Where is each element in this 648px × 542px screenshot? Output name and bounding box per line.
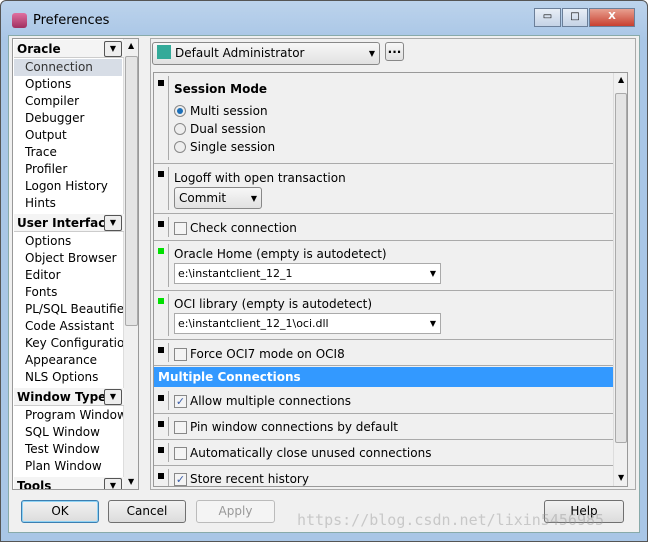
radio-label: Multi session [190, 104, 268, 118]
checkbox-label: Automatically close unused connections [190, 446, 432, 460]
radio-single-session[interactable] [174, 141, 186, 153]
profile-value: Default Administrator [175, 46, 305, 60]
check-connection-checkbox[interactable] [174, 222, 187, 235]
session-mode-row: Session Mode Multi session Dual session … [154, 73, 613, 164]
profile-more-button[interactable]: ... [385, 42, 404, 61]
close-button[interactable]: X [589, 8, 635, 27]
session-mode-title: Session Mode [174, 82, 268, 96]
pin-window-checkbox[interactable] [174, 421, 187, 434]
sidebar-item-debugger[interactable]: Debugger [25, 110, 84, 127]
group-label: Window Types [17, 390, 114, 404]
chevron-down-icon[interactable]: ▼ [104, 215, 122, 231]
logoff-value: Commit [179, 191, 227, 205]
radio-label: Single session [190, 140, 276, 154]
logoff-select[interactable]: Commit ▼ [174, 187, 262, 209]
sidebar-group-tools[interactable]: Tools ▼ [14, 477, 124, 490]
radio-multi-session[interactable] [174, 105, 186, 117]
force-oci7-row: Force OCI7 mode on OCI8 [154, 340, 613, 366]
checkbox-label: Force OCI7 mode on OCI8 [190, 347, 345, 361]
checkbox-label: Store recent history [190, 472, 309, 486]
force-oci7-checkbox[interactable] [174, 348, 187, 361]
oracle-home-row: Oracle Home (empty is autodetect) e:\ins… [154, 241, 613, 291]
sidebar-item-fonts[interactable]: Fonts [25, 284, 57, 301]
sidebar-item-hints[interactable]: Hints [25, 195, 56, 212]
checkbox-label: Check connection [190, 221, 297, 235]
oracle-home-label: Oracle Home (empty is autodetect) [174, 247, 387, 261]
chevron-down-icon: ▼ [368, 49, 375, 58]
multiple-connections-header: Multiple Connections [154, 367, 613, 387]
ok-button[interactable]: OK [21, 500, 99, 523]
app-icon [12, 13, 27, 28]
sidebar-item-output[interactable]: Output [25, 127, 67, 144]
watermark: https://blog.csdn.net/lixin5456985 [297, 511, 605, 529]
group-label: Tools [17, 479, 52, 490]
logoff-label: Logoff with open transaction [174, 171, 346, 185]
check-connection-row: Check connection [154, 214, 613, 241]
chevron-down-icon[interactable]: ▼ [104, 41, 122, 57]
sidebar-item-options[interactable]: Options [25, 76, 71, 93]
oci-library-label: OCI library (empty is autodetect) [174, 297, 373, 311]
sidebar-item-pl-sql-beautifier[interactable]: PL/SQL Beautifier [25, 301, 129, 318]
sidebar-item-profiler[interactable]: Profiler [25, 161, 67, 178]
apply-button[interactable]: Apply [196, 500, 275, 523]
profile-select[interactable]: Default Administrator ▼ [152, 42, 380, 65]
scroll-up-icon[interactable]: ▲ [128, 41, 134, 50]
sidebar-group-window-types[interactable]: Window Types ▼ [14, 388, 124, 406]
oci-library-input[interactable]: e:\instantclient_12_1\oci.dll ▼ [174, 313, 441, 334]
sidebar-item-options[interactable]: Options [25, 233, 71, 250]
chevron-down-icon: ▼ [250, 194, 257, 203]
window-title: Preferences [33, 13, 110, 28]
scroll-thumb[interactable] [125, 56, 138, 326]
store-history-checkbox[interactable]: ✓ [174, 473, 187, 486]
group-label: Oracle [17, 42, 61, 56]
scroll-up-icon[interactable]: ▲ [618, 75, 624, 84]
settings-scrollbar[interactable]: ▲ ▼ [613, 73, 627, 486]
sidebar-item-logon-history[interactable]: Logon History [25, 178, 108, 195]
sidebar-item-test-window[interactable]: Test Window [25, 441, 100, 458]
checkbox-label: Allow multiple connections [190, 394, 352, 408]
sidebar-item-nls-options[interactable]: NLS Options [25, 369, 98, 386]
marker [158, 80, 164, 86]
cancel-button[interactable]: Cancel [108, 500, 186, 523]
chevron-down-icon[interactable]: ▼ [104, 389, 122, 405]
auto-close-checkbox[interactable] [174, 447, 187, 460]
chevron-down-icon[interactable]: ▼ [430, 264, 436, 283]
sidebar-item-compiler[interactable]: Compiler [25, 93, 79, 110]
maximize-button[interactable]: □ [562, 8, 588, 27]
sidebar-item-key-configuration[interactable]: Key Configuration [25, 335, 132, 352]
sidebar-item-appearance[interactable]: Appearance [25, 352, 97, 369]
sidebar-item-connection[interactable]: Connection [14, 59, 122, 76]
sidebar-group-oracle[interactable]: Oracle ▼ [14, 40, 124, 58]
radio-label: Dual session [190, 122, 266, 136]
auto-close-row: Automatically close unused connections [154, 440, 613, 466]
scroll-down-icon[interactable]: ▼ [618, 473, 624, 482]
chevron-down-icon[interactable]: ▼ [430, 314, 436, 333]
allow-multiple-row: ✓ Allow multiple connections [154, 388, 613, 414]
sidebar-item-editor[interactable]: Editor [25, 267, 61, 284]
admin-icon [157, 45, 171, 59]
sidebar-item-object-browser[interactable]: Object Browser [25, 250, 117, 267]
sidebar-item-sql-window[interactable]: SQL Window [25, 424, 100, 441]
checkbox-label: Pin window connections by default [190, 420, 399, 434]
logoff-row: Logoff with open transaction Commit ▼ [154, 164, 613, 214]
sidebar-item-trace[interactable]: Trace [25, 144, 57, 161]
pin-window-row: Pin window connections by default [154, 414, 613, 440]
scroll-thumb[interactable] [615, 93, 627, 443]
category-list: Plan Window Test Window SQL Window Program … [12, 38, 139, 490]
minimize-button[interactable]: ▭ [534, 8, 561, 27]
sidebar-item-program-window[interactable]: Program Window [25, 407, 127, 424]
group-label: User Interface [17, 216, 114, 230]
sidebar-item-code-assistant[interactable]: Code Assistant [25, 318, 114, 335]
allow-multiple-checkbox[interactable]: ✓ [174, 395, 187, 408]
sidebar-scrollbar[interactable]: ▲ ▼ [123, 39, 138, 489]
settings-content: Session Mode Multi session Dual session … [153, 72, 628, 487]
oci-library-row: OCI library (empty is autodetect) e:\ins… [154, 291, 613, 340]
scroll-down-icon[interactable]: ▼ [128, 477, 134, 486]
radio-dual-session[interactable] [174, 123, 186, 135]
store-history-row: ✓ Store recent history [154, 466, 613, 486]
oracle-home-input[interactable]: e:\instantclient_12_1 ▼ [174, 263, 441, 284]
sidebar-item-plan-window[interactable]: Plan Window [25, 458, 102, 475]
sidebar-group-user-interface[interactable]: User Interface ▼ [14, 214, 124, 232]
chevron-down-icon[interactable]: ▼ [104, 478, 122, 489]
